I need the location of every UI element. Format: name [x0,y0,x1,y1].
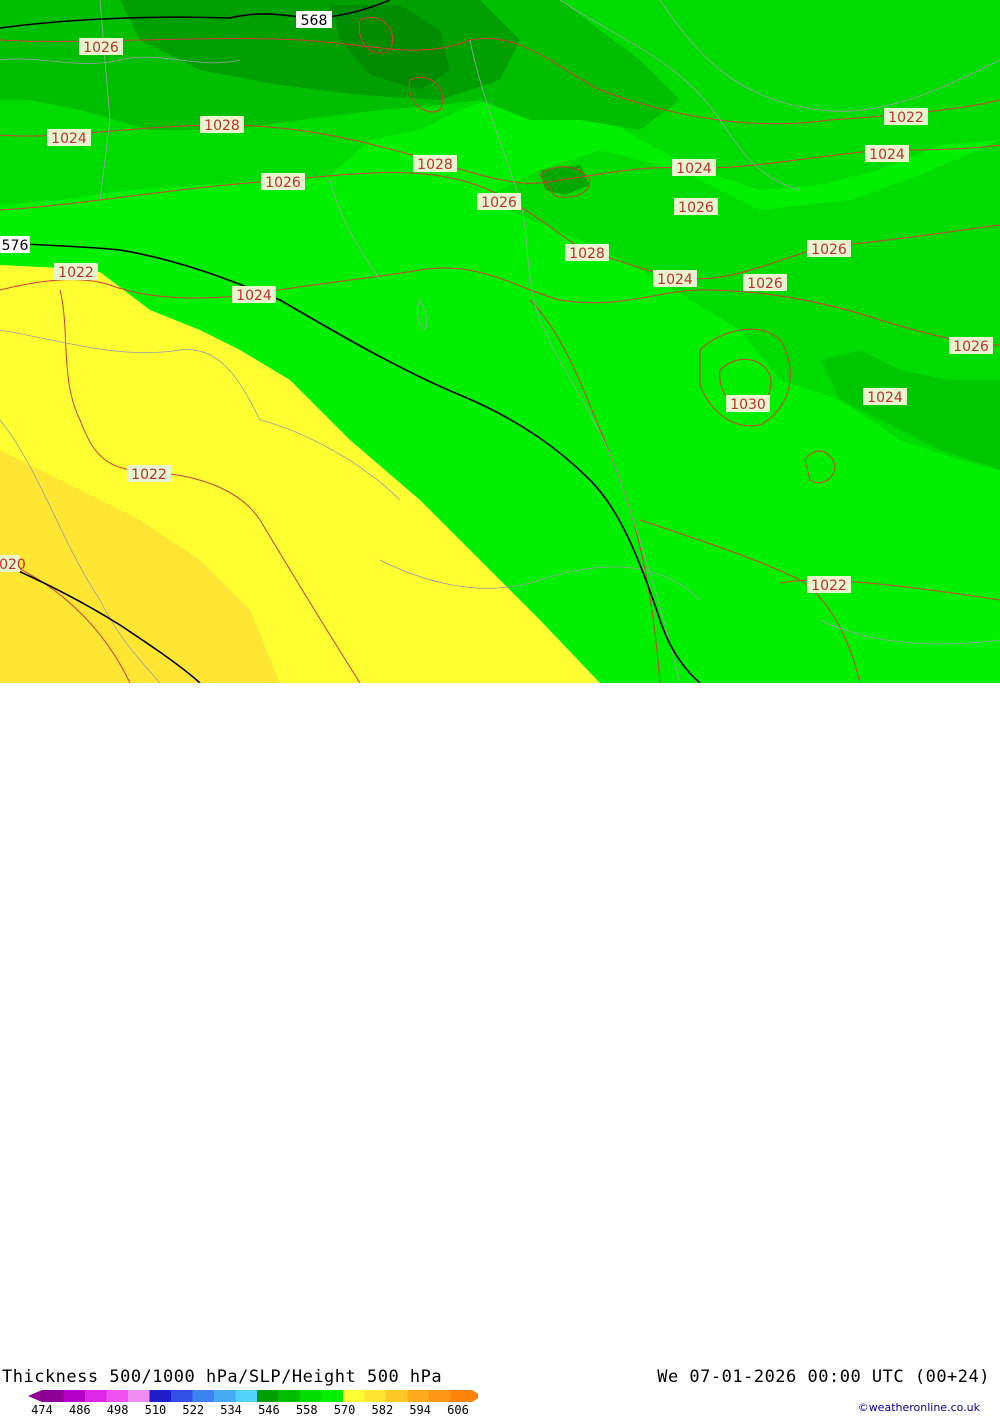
isobar-label: 1026 [807,240,851,258]
svg-text:1022: 1022 [888,110,924,126]
svg-text:1028: 1028 [204,118,240,134]
legend-swatch [149,1390,172,1402]
isobar-label: 1024 [232,286,276,304]
legend-swatch [214,1390,236,1402]
svg-text:1024: 1024 [867,390,903,406]
svg-text:1026: 1026 [481,195,517,211]
legend-swatch [42,1390,64,1402]
legend-tick-label: 570 [334,1403,356,1416]
isobar-label: 1024 [672,159,716,177]
svg-text:1026: 1026 [265,175,301,191]
legend-swatch [343,1390,365,1402]
map-title: Thickness 500/1000 hPa/SLP/Height 500 hP… [2,1367,443,1387]
svg-text:1028: 1028 [417,157,453,173]
svg-text:1026: 1026 [747,276,783,292]
legend-tick-label: 534 [220,1403,242,1416]
valid-time: We 07-01-2026 00:00 UTC (00+24) [657,1367,990,1387]
svg-text:1024: 1024 [236,288,272,304]
isobar-label: 1026 [261,173,305,191]
isobar-label: 1020 [0,555,26,573]
legend-tick-label: 486 [69,1403,91,1416]
isobar-label: 1024 [47,129,91,147]
svg-text:1026: 1026 [678,200,714,216]
isobar-label: 1024 [863,388,907,406]
isobar-label: 1024 [653,270,697,288]
isobar-label: 1030 [726,395,770,413]
legend-tick-label: 594 [409,1403,431,1416]
svg-text:1028: 1028 [569,246,605,262]
svg-text:1022: 1022 [58,265,94,281]
svg-text:1026: 1026 [953,339,989,355]
legend-tick-label: 546 [258,1403,280,1416]
legend-tick-label: 510 [145,1403,167,1416]
svg-text:1022: 1022 [811,578,847,594]
isobar-label: 1022 [127,465,171,483]
svg-text:1030: 1030 [730,397,766,413]
isobar-label: 1026 [674,198,718,216]
legend-swatch [321,1390,344,1402]
legend-tick-label: 558 [296,1403,318,1416]
legend-tick-label: 606 [447,1403,469,1416]
legend-swatch [300,1390,322,1402]
legend-swatch [85,1390,107,1402]
legend-swatch [386,1390,408,1402]
isobar-label: 1022 [884,108,928,126]
legend-swatch [278,1390,301,1402]
svg-text:1026: 1026 [83,40,119,56]
footer: Thickness 500/1000 hPa/SLP/Height 500 hP… [0,683,1000,1416]
svg-text:576: 576 [2,238,29,254]
legend-tick-label: 522 [182,1403,204,1416]
isobar-label: 1028 [200,116,244,134]
height-label-576: 576 [0,236,30,254]
legend-swatch [450,1390,473,1402]
svg-text:1024: 1024 [51,131,87,147]
color-scale-legend: 474 486 498 510 522 534 546 558 570 582 594 606 [28,1390,478,1416]
svg-text:1024: 1024 [676,161,712,177]
legend-arrow-right [472,1390,478,1402]
svg-text:1026: 1026 [811,242,847,258]
svg-text:1022: 1022 [131,467,167,483]
svg-text:1024: 1024 [869,147,905,163]
svg-text:1020: 1020 [0,557,26,573]
legend-swatch [407,1390,430,1402]
legend-swatch [235,1390,258,1402]
isobar-label: 1022 [54,263,98,281]
isobar-label: 1026 [79,38,123,56]
isobar-label: 1026 [743,274,787,292]
isobar-label: 1024 [865,145,909,163]
height-label-568: 568 [296,11,332,29]
legend-swatch [192,1390,215,1402]
legend-swatch [257,1390,279,1402]
isobar-label: 1026 [477,193,521,211]
legend-swatch [429,1390,451,1402]
isobar-label: 1022 [807,576,851,594]
weather-map: 568 576 1026 1024 1028 1026 1028 1026 10… [0,0,1000,683]
credit-link[interactable]: ©weatheronline.co.uk [858,1401,980,1414]
legend-arrow-left [28,1390,42,1402]
legend-swatch [364,1390,387,1402]
legend-swatch [63,1390,86,1402]
legend-swatch [106,1390,129,1402]
isobar-label: 1026 [949,337,993,355]
legend-swatch [171,1390,193,1402]
isobar-label: 1028 [565,244,609,262]
legend-tick-label: 474 [31,1403,53,1416]
isobar-label: 1028 [413,155,457,173]
legend-tick-label: 582 [372,1403,394,1416]
svg-text:1024: 1024 [657,272,693,288]
svg-text:568: 568 [301,13,328,29]
legend-swatch [128,1390,150,1402]
legend-tick-label: 498 [107,1403,129,1416]
